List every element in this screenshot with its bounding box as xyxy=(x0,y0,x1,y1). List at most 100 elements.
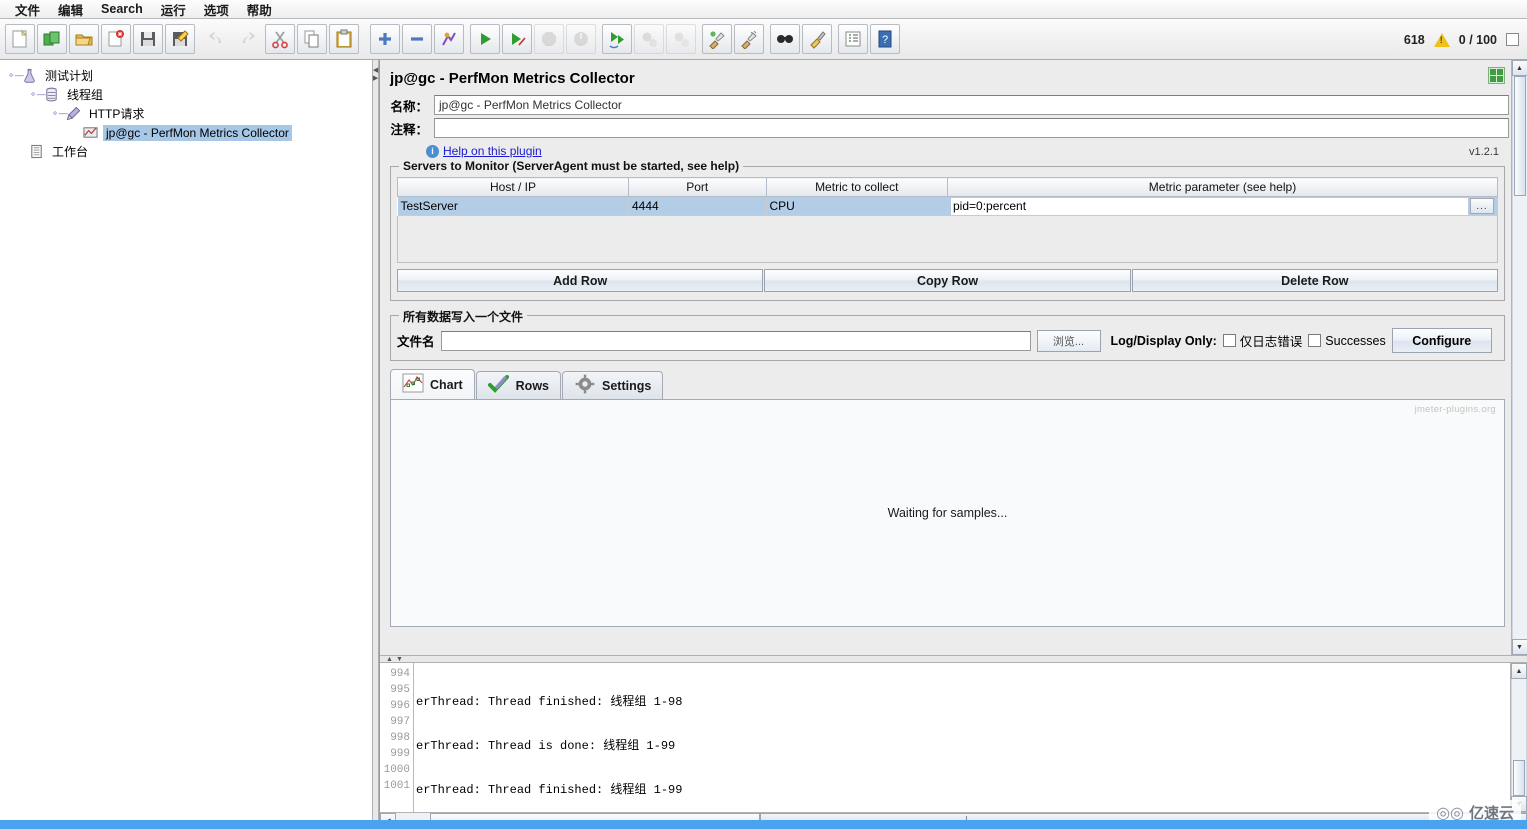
start-icon[interactable] xyxy=(470,24,500,54)
menu-file[interactable]: 文件 xyxy=(6,0,49,20)
save-icon[interactable] xyxy=(133,24,163,54)
split-right-arrow-icon[interactable]: ▶ xyxy=(373,75,378,82)
tab-rows[interactable]: Rows xyxy=(475,371,561,399)
vertical-split-divider[interactable]: ◀ ▶ xyxy=(372,60,379,829)
menu-search[interactable]: Search xyxy=(92,1,152,17)
search-icon[interactable] xyxy=(770,24,800,54)
editor-vertical-scrollbar[interactable]: ▲ ▼ xyxy=(1511,60,1527,655)
menu-edit[interactable]: 编辑 xyxy=(49,0,92,20)
save-as-icon[interactable] xyxy=(165,24,195,54)
tree-node-workbench[interactable]: 工作台 xyxy=(6,142,372,161)
expand-toggle-icon[interactable]: ⚬— xyxy=(7,70,24,81)
menu-bar: 文件 编辑 Search 运行 选项 帮助 xyxy=(0,0,1527,19)
log-content[interactable]: 994 995 996 997 998 999 1000 1001 erThre… xyxy=(380,663,1527,812)
http-request-icon xyxy=(65,105,82,122)
tab-chart[interactable]: Chart xyxy=(390,369,475,399)
gear-icon xyxy=(574,374,596,397)
clear-all-icon[interactable] xyxy=(734,24,764,54)
thread-group-icon xyxy=(43,86,60,103)
chart-panel[interactable]: jmeter-plugins.org Waiting for samples..… xyxy=(390,399,1505,627)
column-metric[interactable]: Metric to collect xyxy=(765,177,948,197)
scroll-track[interactable] xyxy=(1511,679,1527,796)
close-icon[interactable] xyxy=(101,24,131,54)
menu-options[interactable]: 选项 xyxy=(195,0,238,20)
cell-port[interactable]: 4444 xyxy=(628,196,767,216)
split-up-arrow-icon[interactable]: ▲ xyxy=(386,656,393,663)
expand-icon[interactable] xyxy=(370,24,400,54)
search-reset-icon[interactable] xyxy=(802,24,832,54)
cell-host[interactable]: TestServer xyxy=(397,196,629,216)
scroll-thumb[interactable] xyxy=(1513,760,1525,796)
tree-node-http-request[interactable]: ⚬— HTTP请求 xyxy=(6,104,372,123)
log-line: erThread: Thread finished: 线程组 1-99 xyxy=(416,783,683,797)
line-number: 995 xyxy=(390,684,410,696)
toggle-icon[interactable] xyxy=(434,24,464,54)
new-icon[interactable] xyxy=(5,24,35,54)
tab-settings[interactable]: Settings xyxy=(562,371,664,399)
clear-icon[interactable] xyxy=(702,24,732,54)
split-left-arrow-icon[interactable]: ◀ xyxy=(373,67,378,74)
tree-node-perfmon-collector[interactable]: jp@gc - PerfMon Metrics Collector xyxy=(6,123,372,142)
log-viewer-panel: 994 995 996 997 998 999 1000 1001 erThre… xyxy=(379,663,1527,829)
cell-metric[interactable]: CPU xyxy=(766,196,948,216)
split-down-arrow-icon[interactable]: ▼ xyxy=(396,656,403,663)
help-icon[interactable]: ? xyxy=(870,24,900,54)
copy-icon[interactable] xyxy=(297,24,327,54)
tree-node-test-plan[interactable]: ⚬— 测试计划 xyxy=(6,66,372,85)
workbench-icon xyxy=(28,143,45,160)
remote-start-all-icon[interactable] xyxy=(602,24,632,54)
maximize-panel-icon[interactable] xyxy=(1488,67,1505,84)
start-no-pause-icon[interactable] xyxy=(502,24,532,54)
warning-triangle-icon[interactable] xyxy=(1433,32,1450,47)
expand-toggle-icon[interactable]: ⚬— xyxy=(29,89,46,100)
comment-input[interactable] xyxy=(434,118,1509,138)
copy-row-button[interactable]: Copy Row xyxy=(764,269,1131,292)
cell-parameter[interactable]: pid=0:percent ... xyxy=(947,196,1498,216)
delete-row-button[interactable]: Delete Row xyxy=(1131,269,1498,292)
horizontal-split-divider[interactable]: ▲ ▼ xyxy=(379,655,1527,663)
add-row-button[interactable]: Add Row xyxy=(397,269,764,292)
servers-group-legend: Servers to Monitor (ServerAgent must be … xyxy=(399,159,744,173)
cut-icon[interactable] xyxy=(265,24,295,54)
tree-node-thread-group[interactable]: ⚬— 线程组 xyxy=(6,85,372,104)
scroll-up-arrow-icon[interactable]: ▲ xyxy=(1511,60,1527,76)
servers-table[interactable]: Host / IP Port Metric to collect Metric … xyxy=(397,177,1498,216)
parameter-value[interactable]: pid=0:percent xyxy=(951,197,1468,215)
menu-run[interactable]: 运行 xyxy=(152,0,195,20)
log-vertical-scrollbar[interactable]: ▲ ▼ xyxy=(1510,663,1527,812)
scroll-track[interactable] xyxy=(1511,76,1527,639)
svg-text:?: ? xyxy=(882,34,888,46)
column-host-ip[interactable]: Host / IP xyxy=(397,177,629,197)
scroll-down-arrow-icon[interactable]: ▼ xyxy=(1511,639,1527,655)
successes-label: Successes xyxy=(1325,333,1386,348)
errors-only-checkbox-wrap[interactable]: 仅日志错误 xyxy=(1222,331,1302,350)
filename-input[interactable] xyxy=(440,330,1031,351)
successes-checkbox[interactable] xyxy=(1308,334,1322,347)
parameter-ellipsis-button[interactable]: ... xyxy=(1470,198,1494,214)
templates-icon[interactable] xyxy=(37,24,67,54)
file-group-legend: 所有数据写入一个文件 xyxy=(399,308,528,325)
help-on-plugin-link[interactable]: Help on this plugin xyxy=(443,144,542,158)
table-row[interactable]: TestServer 4444 CPU pid=0:percent ... xyxy=(397,196,1498,216)
column-metric-parameter[interactable]: Metric parameter (see help) xyxy=(947,177,1498,197)
paste-icon[interactable] xyxy=(329,24,359,54)
warning-count: 618 xyxy=(1403,32,1425,47)
name-input[interactable]: jp@gc - PerfMon Metrics Collector xyxy=(434,95,1509,115)
successes-checkbox-wrap[interactable]: Successes xyxy=(1308,333,1386,348)
expand-toggle-icon[interactable]: ⚬— xyxy=(51,108,68,119)
column-port[interactable]: Port xyxy=(628,177,767,197)
errors-only-checkbox[interactable] xyxy=(1222,334,1236,347)
filename-label: 文件名 xyxy=(397,335,435,349)
collapse-icon[interactable] xyxy=(402,24,432,54)
name-label: 名称： xyxy=(390,99,428,114)
browse-button[interactable]: 浏览... xyxy=(1036,329,1101,352)
log-lines[interactable]: erThread: Thread finished: 线程组 1-98 erTh… xyxy=(414,663,1510,812)
configure-button[interactable]: Configure xyxy=(1391,328,1492,353)
scroll-up-arrow-icon[interactable]: ▲ xyxy=(1511,663,1527,679)
test-plan-tree[interactable]: ⚬— 测试计划 ⚬— 线程组 ⚬— HTTP请求 jp@gc - PerfMon… xyxy=(0,60,372,829)
tab-settings-label: Settings xyxy=(602,378,652,393)
menu-help[interactable]: 帮助 xyxy=(238,0,281,20)
scroll-thumb[interactable] xyxy=(1513,76,1526,196)
function-helper-icon[interactable] xyxy=(838,24,868,54)
open-icon[interactable] xyxy=(69,24,99,54)
